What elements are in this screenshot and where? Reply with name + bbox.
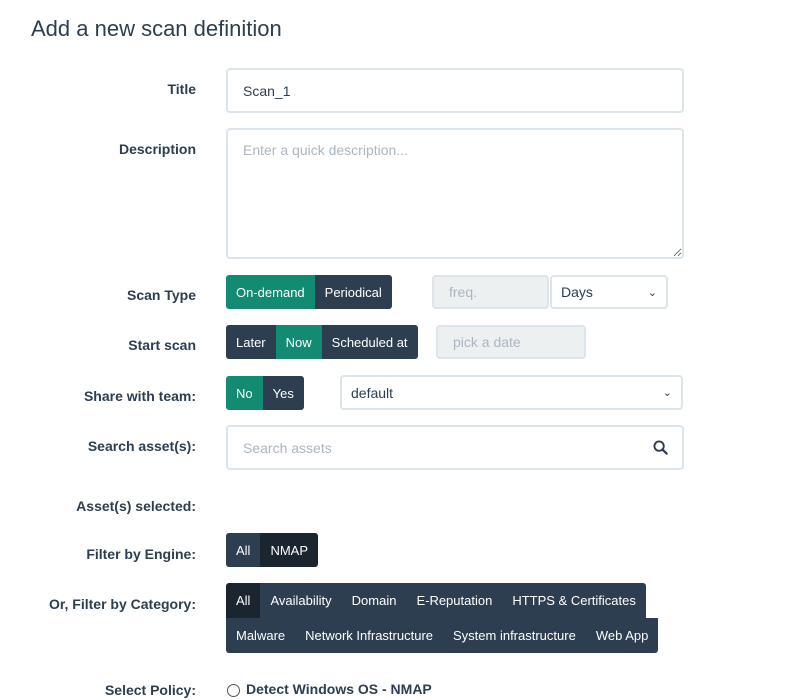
category-https-button[interactable]: HTTPS & Certificates [502,583,646,618]
search-label: Search asset(s): [87,438,196,454]
description-textarea[interactable] [226,128,684,259]
category-webapp-button[interactable]: Web App [585,618,659,653]
page-title: Add a new scan definition [31,16,282,41]
team-select-value: default [351,384,394,401]
search-assets-input[interactable] [226,425,684,470]
category-availability-button[interactable]: Availability [260,583,342,618]
filter-engine-label: Filter by Engine: [86,546,196,562]
start-scan-group: Later Now Scheduled at [226,325,418,359]
category-system-button[interactable]: System infrastructure [443,618,586,653]
policy-option-label: Detect Windows OS - NMAP [246,681,432,697]
category-filter-group: All Availability Domain E-Reputation HTT… [226,583,671,653]
title-label: Title [167,81,196,97]
category-malware-button[interactable]: Malware [226,618,296,653]
category-network-button[interactable]: Network Infrastructure [295,618,443,653]
engine-all-button[interactable]: All [226,533,261,567]
engine-nmap-button[interactable]: NMAP [260,533,319,567]
search-icon[interactable] [653,440,668,455]
assets-selected-label: Asset(s) selected: [76,498,196,514]
scan-type-ondemand-button[interactable]: On-demand [226,275,315,309]
frequency-unit-value: Days [561,284,593,300]
date-picker-input[interactable] [436,325,586,359]
chevron-down-icon: ⌄ [647,286,657,299]
frequency-input[interactable] [432,275,549,309]
start-scheduled-button[interactable]: Scheduled at [321,325,418,359]
scan-type-periodical-button[interactable]: Periodical [314,275,392,309]
share-label: Share with team: [83,388,196,404]
description-label: Description [118,141,196,157]
select-policy-label: Select Policy: [104,682,196,698]
filter-category-label: Or, Filter by Category: [48,596,196,612]
chevron-down-icon: ⌄ [662,387,672,399]
frequency-unit-select[interactable]: Days ⌄ [550,275,668,309]
share-group: No Yes [226,376,304,410]
engine-filter-group: All NMAP [226,533,319,567]
scan-type-label: Scan Type [127,287,196,303]
start-later-button[interactable]: Later [226,325,276,359]
scan-type-group: On-demand Periodical [226,275,392,309]
category-domain-button[interactable]: Domain [341,583,407,618]
category-ereputation-button[interactable]: E-Reputation [406,583,503,618]
share-yes-button[interactable]: Yes [262,376,304,410]
category-all-button[interactable]: All [226,583,261,618]
share-no-button[interactable]: No [226,376,263,410]
start-now-button[interactable]: Now [275,325,322,359]
team-select[interactable]: default ⌄ [340,375,683,410]
policy-radio[interactable] [227,684,240,697]
start-scan-label: Start scan [128,337,196,353]
title-input[interactable] [226,68,684,113]
